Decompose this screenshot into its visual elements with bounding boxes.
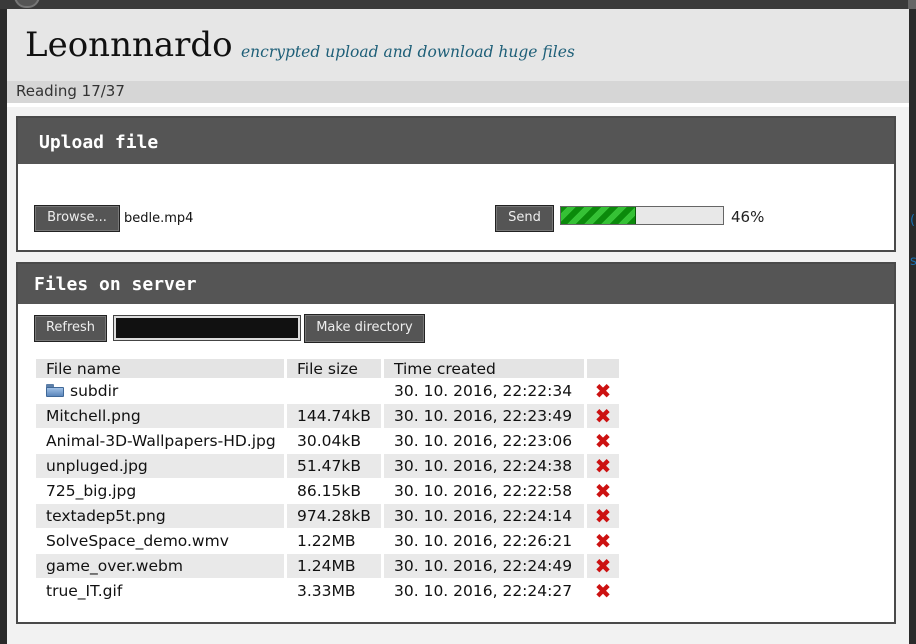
delete-icon[interactable]: ✖: [595, 554, 612, 578]
file-name-cell[interactable]: textadep5t.png: [36, 504, 287, 528]
window-control-icon[interactable]: [14, 0, 40, 8]
file-size-cell: 30.04kB: [287, 429, 384, 453]
file-name-cell[interactable]: Mitchell.png: [36, 404, 287, 428]
file-name-cell[interactable]: 725_big.jpg: [36, 479, 287, 503]
delete-cell: ✖: [587, 579, 622, 603]
column-header-size[interactable]: File size: [287, 359, 384, 378]
delete-icon[interactable]: ✖: [595, 504, 612, 528]
table-row[interactable]: SolveSpace_demo.wmv 1.22MB 30. 10. 2016, 2…: [36, 529, 622, 553]
file-link[interactable]: true_IT.gif: [46, 582, 122, 600]
file-link[interactable]: 725_big.jpg: [46, 482, 136, 500]
delete-icon[interactable]: ✖: [595, 379, 612, 403]
table-row[interactable]: Mitchell.png 144.74kB 30. 10. 2016, 22:23:…: [36, 404, 622, 428]
window-top-strip: [0, 0, 916, 9]
file-size-cell: 86.15kB: [287, 479, 384, 503]
table-row[interactable]: Animal-3D-Wallpapers-HD.jpg 30.04kB 30. 10…: [36, 429, 622, 453]
delete-cell: ✖: [587, 454, 622, 478]
file-time-cell: 30. 10. 2016, 22:23:06: [384, 429, 587, 453]
file-size-cell: 974.28kB: [287, 504, 384, 528]
file-size-cell: 1.24MB: [287, 554, 384, 578]
status-text: Reading 17/37: [16, 82, 125, 100]
delete-icon[interactable]: ✖: [595, 529, 612, 553]
file-name-cell[interactable]: unpluged.jpg: [36, 454, 287, 478]
table-row[interactable]: unpluged.jpg 51.47kB 30. 10. 2016, 22:24:3…: [36, 454, 622, 478]
table-row[interactable]: game_over.webm 1.24MB 30. 10. 2016, 22:24:…: [36, 554, 622, 578]
table-row[interactable]: true_IT.gif 3.33MB 30. 10. 2016, 22:24:27 ✖: [36, 579, 622, 603]
upload-panel: Upload file Browse... bedle.mp4 Send 46%: [16, 116, 896, 252]
upload-progress-percent: 46%: [731, 208, 765, 226]
table-row[interactable]: 725_big.jpg 86.15kB 30. 10. 2016, 22:22:58…: [36, 479, 622, 503]
column-header-name[interactable]: File name: [36, 359, 287, 378]
header-divider: [7, 103, 909, 107]
window-corner: [908, 0, 916, 9]
delete-icon[interactable]: ✖: [595, 579, 612, 603]
file-time-cell: 30. 10. 2016, 22:24:27: [384, 579, 587, 603]
delete-icon[interactable]: ✖: [595, 404, 612, 428]
file-name-cell[interactable]: Animal-3D-Wallpapers-HD.jpg: [36, 429, 287, 453]
clipped-edge-glyph: (: [910, 213, 916, 228]
column-header-actions: [587, 359, 622, 378]
folder-icon: [46, 384, 64, 397]
table-row[interactable]: subdir 30. 10. 2016, 22:22:34 ✖: [36, 379, 622, 403]
file-time-cell: 30. 10. 2016, 22:24:38: [384, 454, 587, 478]
file-name-cell[interactable]: SolveSpace_demo.wmv: [36, 529, 287, 553]
upload-progress-fill: [561, 207, 636, 224]
file-time-cell: 30. 10. 2016, 22:24:14: [384, 504, 587, 528]
file-size-cell: [287, 379, 384, 403]
file-size-cell: 3.33MB: [287, 579, 384, 603]
file-link[interactable]: textadep5t.png: [46, 507, 166, 525]
selected-file-name: bedle.mp4: [124, 211, 194, 226]
files-table: File name File size Time created subdir 3…: [36, 358, 622, 604]
file-size-cell: 144.74kB: [287, 404, 384, 428]
file-time-cell: 30. 10. 2016, 22:24:49: [384, 554, 587, 578]
file-link[interactable]: unpluged.jpg: [46, 457, 148, 475]
file-name-cell[interactable]: subdir: [36, 379, 287, 403]
file-time-cell: 30. 10. 2016, 22:22:34: [384, 379, 587, 403]
delete-cell: ✖: [587, 404, 622, 428]
make-directory-button[interactable]: Make directory: [304, 314, 425, 343]
directory-name-input[interactable]: [113, 315, 301, 341]
upload-heading: Upload file: [18, 118, 894, 164]
file-link[interactable]: Animal-3D-Wallpapers-HD.jpg: [46, 432, 276, 450]
file-time-cell: 30. 10. 2016, 22:23:49: [384, 404, 587, 428]
right-frame: ( s: [909, 9, 916, 644]
app-title: Leonnnardo: [25, 25, 233, 65]
file-link[interactable]: SolveSpace_demo.wmv: [46, 532, 229, 550]
status-bar: Reading 17/37: [7, 81, 909, 103]
delete-icon[interactable]: ✖: [595, 429, 612, 453]
file-time-cell: 30. 10. 2016, 22:22:58: [384, 479, 587, 503]
file-link[interactable]: game_over.webm: [46, 557, 183, 575]
file-size-cell: 51.47kB: [287, 454, 384, 478]
delete-cell: ✖: [587, 379, 622, 403]
clipped-edge-glyph: s: [910, 254, 916, 269]
column-header-time[interactable]: Time created: [384, 359, 587, 378]
table-header-row: File name File size Time created: [36, 359, 622, 378]
send-button[interactable]: Send: [495, 205, 554, 232]
upload-progress-bar: [560, 206, 724, 225]
file-name-cell[interactable]: game_over.webm: [36, 554, 287, 578]
page-header: Leonnnardo encrypted upload and download…: [7, 9, 909, 81]
files-heading: Files on server: [18, 264, 894, 304]
refresh-button[interactable]: Refresh: [34, 315, 107, 342]
left-frame: [0, 9, 7, 644]
app-tagline: encrypted upload and download huge files: [241, 43, 575, 61]
delete-cell: ✖: [587, 429, 622, 453]
table-row[interactable]: textadep5t.png 974.28kB 30. 10. 2016, 22:2…: [36, 504, 622, 528]
delete-cell: ✖: [587, 529, 622, 553]
file-name-cell[interactable]: true_IT.gif: [36, 579, 287, 603]
files-panel: Files on server Refresh Make directory F…: [16, 262, 896, 624]
browse-button[interactable]: Browse...: [34, 205, 120, 232]
file-link[interactable]: Mitchell.png: [46, 407, 141, 425]
directory-link[interactable]: subdir: [70, 382, 118, 400]
delete-icon[interactable]: ✖: [595, 454, 612, 478]
delete-cell: ✖: [587, 554, 622, 578]
delete-icon[interactable]: ✖: [595, 479, 612, 503]
file-size-cell: 1.22MB: [287, 529, 384, 553]
delete-cell: ✖: [587, 479, 622, 503]
delete-cell: ✖: [587, 504, 622, 528]
file-time-cell: 30. 10. 2016, 22:26:21: [384, 529, 587, 553]
